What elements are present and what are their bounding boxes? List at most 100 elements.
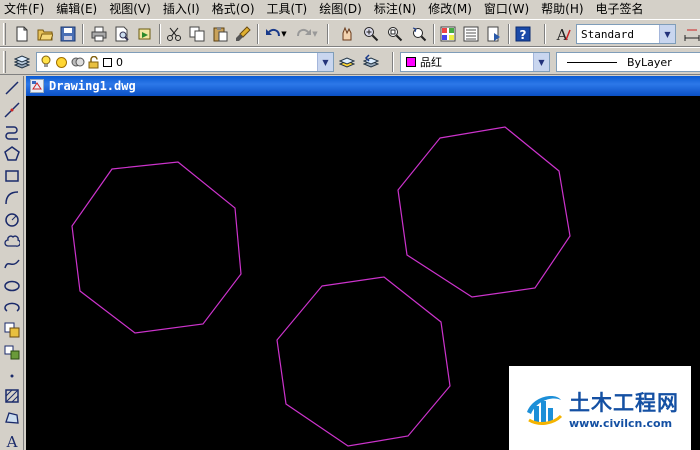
match-properties-button[interactable] (233, 24, 253, 44)
redo-button[interactable]: ▼ (293, 24, 321, 44)
arc-button[interactable] (2, 188, 22, 208)
toolbar-grip[interactable] (3, 51, 6, 73)
help-button[interactable]: ? (513, 24, 533, 44)
layer-previous-button[interactable] (361, 52, 381, 72)
menu-edit[interactable]: 编辑(E) (56, 0, 97, 18)
octagon-shape-2[interactable] (397, 126, 571, 298)
undo-dropdown-icon[interactable]: ▼ (281, 30, 286, 38)
properties-button[interactable] (438, 24, 458, 44)
color-swatch (406, 57, 416, 67)
octagon-shape-1[interactable] (71, 161, 242, 334)
polygon-button[interactable] (2, 144, 22, 164)
circle-button[interactable] (2, 210, 22, 230)
color-control-dropdown[interactable]: 品红 ▼ (400, 52, 550, 72)
unlocked-padlock-icon[interactable] (88, 55, 100, 69)
region-button[interactable] (2, 408, 22, 428)
chevron-down-icon[interactable]: ▼ (317, 53, 333, 71)
multiline-text-button[interactable]: A (2, 430, 22, 450)
new-file-button[interactable] (12, 24, 32, 44)
linetype-control-dropdown[interactable]: ByLayer (556, 52, 700, 72)
new-file-icon (16, 26, 28, 42)
printer-icon (91, 26, 107, 42)
menu-e-signature[interactable]: 电子签名 (596, 0, 644, 18)
separator (392, 52, 394, 72)
circle-icon (5, 213, 19, 227)
revision-cloud-icon (4, 235, 20, 247)
publish-button[interactable] (135, 24, 155, 44)
open-file-button[interactable] (35, 24, 55, 44)
zoom-realtime-button[interactable] (361, 24, 381, 44)
menu-view[interactable]: 视图(V) (109, 0, 151, 18)
text-style-dropdown[interactable]: Standard ▼ (576, 24, 676, 44)
region-icon (5, 412, 19, 424)
layer-manager-button[interactable] (12, 52, 32, 72)
sun-thawed-icon[interactable] (55, 56, 68, 69)
tool-palettes-button[interactable] (484, 24, 504, 44)
text-style-value: Standard (581, 27, 634, 41)
linetype-value: ByLayer (627, 55, 672, 69)
rectangle-icon (5, 170, 19, 182)
layer-color-swatch (103, 57, 112, 67)
polyline-button[interactable] (2, 122, 22, 142)
text-style-button[interactable]: A (553, 24, 573, 44)
undo-button[interactable]: ▼ (262, 24, 290, 44)
rectangle-button[interactable] (2, 166, 22, 186)
civilcn-logo (527, 396, 563, 425)
chevron-down-icon[interactable]: ▼ (659, 25, 675, 43)
menu-modify[interactable]: 修改(M) (428, 0, 472, 18)
cut-button[interactable] (164, 24, 184, 44)
layer-dropdown[interactable]: 0 ▼ (36, 52, 334, 72)
line-tool-button[interactable] (2, 78, 22, 98)
chevron-down-icon[interactable]: ▼ (533, 53, 549, 71)
separator (508, 24, 510, 44)
ellipse-button[interactable] (2, 276, 22, 296)
toolbar-grip[interactable] (3, 23, 6, 45)
make-object-layer-current-button[interactable] (337, 52, 357, 72)
lightbulb-on-icon[interactable] (40, 55, 52, 69)
viewport-freeze-icon[interactable] (71, 56, 85, 69)
hatch-icon (5, 389, 19, 403)
insert-block-icon (4, 322, 20, 338)
paste-button[interactable] (210, 24, 230, 44)
zoom-previous-button[interactable] (409, 24, 429, 44)
print-preview-button[interactable] (112, 24, 132, 44)
menu-insert[interactable]: 插入(I) (163, 0, 200, 18)
separator (257, 24, 259, 44)
ellipse-icon (4, 280, 20, 292)
point-button[interactable] (2, 364, 22, 384)
menu-tools[interactable]: 工具(T) (267, 0, 308, 18)
ellipse-arc-icon (4, 302, 20, 312)
save-button[interactable] (58, 24, 78, 44)
revision-cloud-button[interactable] (2, 232, 22, 252)
dimension-style-button[interactable] (682, 24, 700, 44)
spline-icon (4, 259, 20, 269)
redo-dropdown-icon[interactable]: ▼ (312, 30, 317, 38)
zoom-previous-icon (412, 27, 427, 42)
menu-dimension[interactable]: 标注(N) (374, 0, 416, 18)
hatch-button[interactable] (2, 386, 22, 406)
menu-help[interactable]: 帮助(H) (541, 0, 583, 18)
print-preview-icon (115, 26, 129, 42)
octagon-shape-3[interactable] (276, 276, 451, 447)
line-icon (5, 81, 19, 95)
menu-format[interactable]: 格式(O) (212, 0, 255, 18)
copy-button[interactable] (187, 24, 207, 44)
layer-name: 0 (116, 55, 123, 69)
drawing-title-bar[interactable]: Drawing1.dwg (26, 76, 700, 96)
insert-block-button[interactable] (2, 320, 22, 340)
menu-window[interactable]: 窗口(W) (484, 0, 529, 18)
menu-file[interactable]: 文件(F) (4, 0, 44, 18)
design-center-button[interactable] (461, 24, 481, 44)
spline-button[interactable] (2, 254, 22, 274)
zoom-window-button[interactable] (385, 24, 405, 44)
pan-realtime-button[interactable] (337, 24, 357, 44)
ellipse-arc-button[interactable] (2, 298, 22, 318)
make-block-button[interactable] (2, 342, 22, 362)
save-disk-icon (60, 26, 76, 42)
design-center-icon (463, 26, 479, 42)
menu-draw[interactable]: 绘图(D) (319, 0, 362, 18)
print-button[interactable] (89, 24, 109, 44)
polygon-icon (4, 146, 20, 161)
separator (159, 24, 161, 44)
construction-line-button[interactable] (2, 100, 22, 120)
